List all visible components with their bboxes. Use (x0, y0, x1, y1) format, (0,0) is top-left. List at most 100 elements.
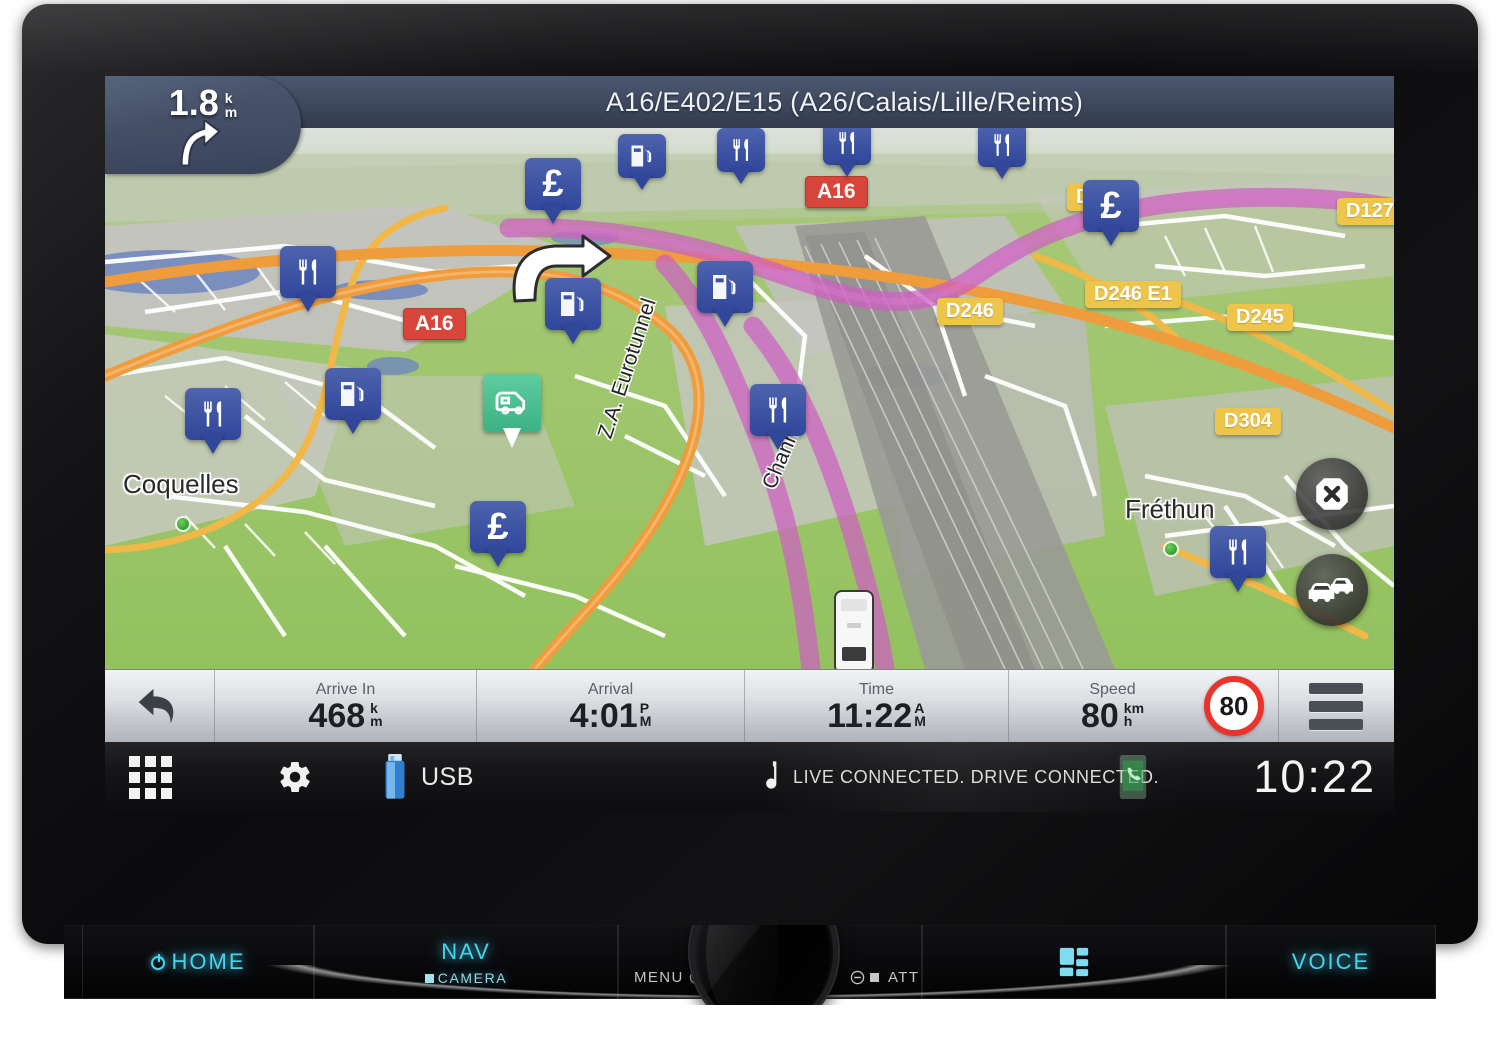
arrive-in-caption: Arrive In (315, 681, 376, 698)
turn-direction-icon (105, 118, 301, 173)
poi-tip (503, 428, 521, 448)
att-square-icon (870, 973, 879, 982)
arrival-time-cell[interactable]: Arrival 4:01 PM (477, 670, 745, 743)
arrival-value-group: 4:01 PM (570, 698, 652, 734)
time-value-group: 11:22 AM (827, 698, 926, 734)
system-clock: 10:22 (1253, 742, 1376, 812)
speed-value: 80 (1080, 697, 1119, 735)
poi-fuel[interactable] (545, 278, 601, 348)
bezel-top-sheen (22, 4, 1478, 74)
poi-camper-service[interactable] (483, 374, 541, 452)
turn-distance-unit: km (224, 90, 238, 121)
poi-restaurant[interactable] (978, 123, 1026, 183)
speed-limit-sign: 80 (1204, 676, 1264, 736)
traffic-button[interactable] (1296, 554, 1368, 626)
arrive-in-cell[interactable]: Arrive In 468 km (215, 670, 477, 743)
nav-button-label: NAV (441, 938, 491, 964)
fuel-icon (618, 134, 666, 178)
dept-road-shield[interactable]: D246 E1 (1085, 281, 1181, 308)
close-x-circle-icon (1316, 478, 1348, 510)
poi-restaurant[interactable] (280, 246, 336, 316)
settings-button[interactable] (277, 742, 313, 812)
voice-button-label: VOICE (1291, 949, 1371, 974)
nav-camera-button[interactable]: NAV CAMERA (314, 925, 618, 999)
time-caption: Time (859, 681, 894, 698)
pound-bank-icon: £ (487, 506, 509, 548)
place-label: Coquelles (123, 469, 239, 499)
dept-road-shield[interactable]: D304 (1215, 408, 1281, 435)
knob-gloss (706, 925, 778, 1005)
dept-road-shield[interactable]: D245 (1227, 304, 1293, 331)
arrive-in-value: 468 (308, 697, 366, 735)
poi-bank[interactable]: £ (470, 501, 526, 571)
att-label[interactable]: ATT (850, 969, 919, 986)
restaurant-icon (1210, 526, 1266, 578)
turn-distance-panel[interactable]: 1.8 k m (105, 76, 301, 174)
poi-bank[interactable]: £ (525, 158, 581, 228)
clock-text: 10:22 (1253, 751, 1376, 802)
phone-status-button[interactable] (1119, 742, 1147, 812)
usb-stick-icon (385, 754, 405, 799)
camera-square-icon (424, 973, 434, 983)
poi-restaurant[interactable] (717, 128, 765, 188)
phone-connected-icon (1119, 755, 1147, 799)
cancel-route-button[interactable] (1296, 458, 1368, 530)
poi-restaurant[interactable] (1210, 526, 1266, 596)
place-label: Fréthun (1125, 494, 1215, 524)
turn-distance-value: 1.8 (168, 82, 219, 123)
time-meridiem: AM (914, 700, 926, 729)
poi-fuel[interactable] (325, 368, 381, 438)
camera-button-label: CAMERA (424, 970, 508, 986)
source-label: USB (421, 762, 474, 791)
music-note-icon (766, 761, 777, 789)
speed-unit: km h (1123, 700, 1145, 729)
turn-distance-value-group: 1.8 k m (105, 82, 301, 124)
poi-fuel[interactable] (697, 261, 753, 331)
now-playing-text: LIVE CONNECTED. DRIVE CONNECTED. (793, 766, 1160, 787)
current-time-cell[interactable]: Time 11:22 AM (745, 670, 1009, 743)
speed-limit-value: 80 (1219, 690, 1249, 721)
dept-road-shield[interactable]: D246 (937, 298, 1003, 325)
poi-bank[interactable]: £ (1083, 180, 1139, 250)
fuel-icon (545, 278, 601, 330)
restaurant-icon (750, 384, 806, 436)
gear-icon (280, 761, 310, 792)
dept-road-shield[interactable]: D127 (1337, 198, 1394, 225)
hardware-button-strip: HOME NAV CAMERA MENU ATT VOICE (22, 925, 1478, 1005)
poi-restaurant[interactable] (823, 121, 871, 181)
navigation-info-bar: Arrive In 468 km Arrival 4:01 PM Time 11… (105, 669, 1394, 743)
poi-restaurant[interactable] (185, 388, 241, 458)
att-mute-icon (850, 970, 865, 985)
screen-layout-button[interactable] (922, 925, 1226, 999)
apps-button[interactable] (129, 742, 172, 812)
poi-restaurant[interactable] (750, 384, 806, 454)
speed-cell[interactable]: Speed 80 km h 80 (1009, 670, 1279, 743)
arrive-in-unit: km (370, 700, 383, 729)
road-shield[interactable]: A16 (403, 308, 466, 340)
time-value: 11:22 (827, 697, 913, 735)
speed-value-group: 80 km h (1081, 698, 1144, 734)
voice-button[interactable]: VOICE (1226, 925, 1436, 999)
hamburger-menu-icon (1308, 683, 1363, 730)
cars-traffic-icon (1308, 578, 1353, 602)
fuel-icon (325, 368, 381, 420)
volume-knob[interactable] (690, 925, 838, 1005)
poi-fuel[interactable] (618, 134, 666, 194)
home-button-label: HOME (150, 949, 246, 975)
touchscreen-display[interactable]: A16 A16 D246 D246 E1 D245 D304 D127 D Co… (105, 76, 1394, 812)
source-usb-button[interactable]: USB (383, 742, 474, 812)
now-playing-area[interactable]: LIVE CONNECTED. DRIVE CONNECTED. (755, 742, 1159, 812)
back-arrow-icon (138, 688, 173, 723)
pound-bank-icon: £ (1100, 185, 1122, 227)
power-icon (150, 954, 165, 970)
back-button[interactable] (105, 670, 215, 743)
pound-bank-icon: £ (542, 163, 564, 205)
home-button[interactable]: HOME (82, 925, 314, 999)
system-status-bar: USB LIVE CONNECTED. DRIVE CONNECTED. 10:… (105, 742, 1394, 812)
arrival-meridiem: PM (639, 700, 652, 729)
arrival-value: 4:01 (569, 697, 638, 735)
place-marker-dot (175, 516, 191, 532)
map-canvas[interactable]: A16 A16 D246 D246 E1 D245 D304 D127 D Co… (105, 76, 1394, 669)
nav-menu-button[interactable] (1279, 670, 1392, 743)
head-unit-bezel: A16 A16 D246 D246 E1 D245 D304 D127 D Co… (22, 4, 1478, 944)
